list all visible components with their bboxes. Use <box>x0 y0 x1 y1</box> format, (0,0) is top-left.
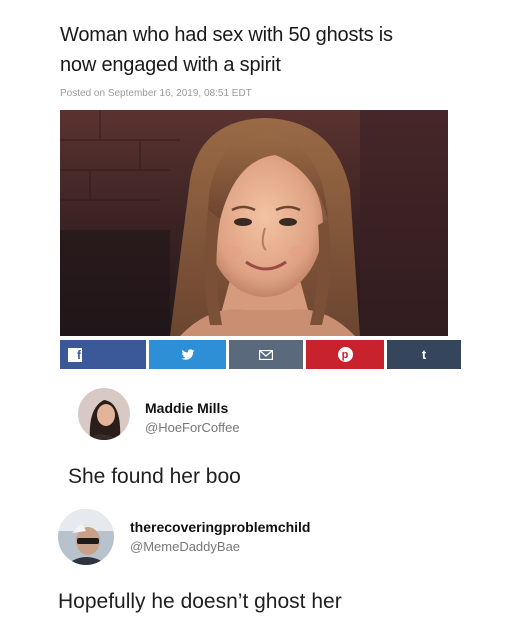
headline-line-2: now engaged with a spirit <box>60 54 281 76</box>
tweet-author-name[interactable]: therecoveringproblemchild <box>130 519 310 535</box>
tumblr-share-button[interactable]: t <box>387 340 461 369</box>
tumblr-icon: t <box>421 347 427 362</box>
avatar[interactable] <box>58 509 114 565</box>
post-timestamp: Posted on September 16, 2019, 08:51 EDT <box>60 88 252 99</box>
article-photo[interactable] <box>60 110 448 336</box>
user-avatar-image <box>78 388 130 440</box>
facebook-share-button[interactable]: f <box>60 340 146 369</box>
share-bar: f p t <box>60 340 461 369</box>
user-avatar-image <box>58 509 114 565</box>
tweet-author-handle[interactable]: @HoeForCoffee <box>145 420 240 435</box>
twitter-share-button[interactable] <box>149 340 226 369</box>
pinterest-share-button[interactable]: p <box>306 340 384 369</box>
tweet-text: Hopefully he doesn’t ghost her <box>58 590 342 613</box>
avatar[interactable] <box>78 388 130 440</box>
tweet-author-name[interactable]: Maddie Mills <box>145 400 228 416</box>
pinterest-icon: p <box>337 347 353 362</box>
article-headline[interactable]: Woman who had sex with 50 ghosts is now … <box>60 20 460 80</box>
tweet-author-handle[interactable]: @MemeDaddyBae <box>130 539 240 554</box>
headline-line-1: Woman who had sex with 50 ghosts is <box>60 24 393 46</box>
tweet-text: She found her boo <box>68 465 241 488</box>
woman-portrait-image <box>60 110 448 336</box>
envelope-icon <box>259 349 273 360</box>
twitter-bird-icon <box>181 348 194 360</box>
facebook-icon: f <box>68 347 82 362</box>
email-share-button[interactable] <box>229 340 303 369</box>
